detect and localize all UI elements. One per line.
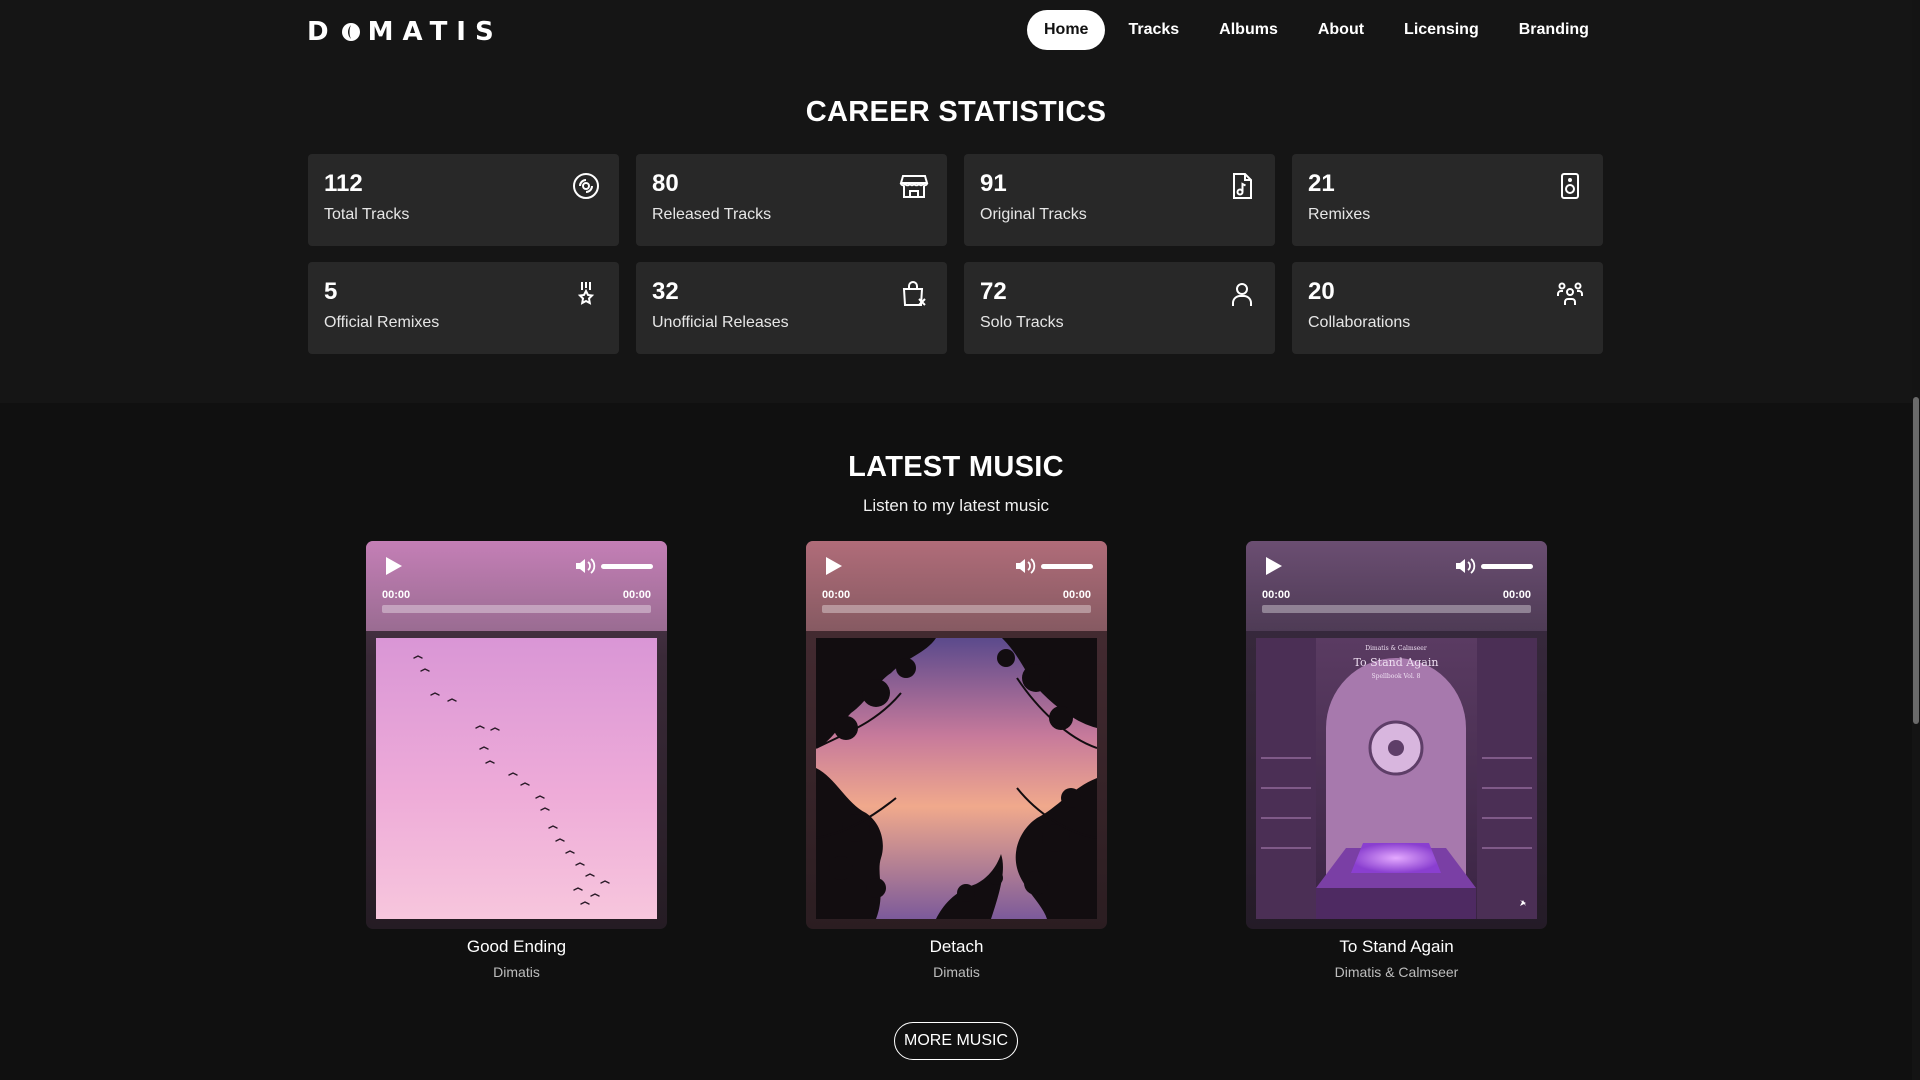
duration: 00:00: [1062, 589, 1091, 601]
current-time: 00:00: [382, 589, 411, 601]
volume-slider[interactable]: [1041, 564, 1093, 569]
stat-value: 5: [324, 278, 338, 305]
audio-player: 00:00 00:00: [366, 541, 667, 929]
album-cover-good-ending: [376, 638, 657, 919]
volume-slider[interactable]: [1481, 564, 1533, 569]
stat-card-released-tracks: 80 Released Tracks: [636, 154, 947, 246]
scrollbar[interactable]: [1912, 0, 1920, 1080]
disc-icon: [571, 171, 601, 201]
more-music-button[interactable]: MORE MUSIC: [894, 1022, 1018, 1060]
career-statistics-section: CAREER STATISTICS 112 Total Tracks 80 Re…: [0, 61, 1912, 403]
logo-mark-icon: [341, 23, 360, 41]
track-title[interactable]: Good Ending: [366, 937, 667, 957]
current-time: 00:00: [822, 589, 851, 601]
stat-value: 91: [980, 170, 1007, 197]
player-controls: 00:00 00:00: [366, 541, 667, 631]
stat-label: Total Tracks: [324, 206, 410, 223]
player-controls: 00:00 00:00: [806, 541, 1107, 631]
logo[interactable]: D MATIS: [307, 17, 503, 47]
users-icon: [1555, 279, 1585, 309]
stat-grid: 112 Total Tracks 80 Released Tracks 91 O…: [308, 154, 1604, 354]
bag-x-icon: [899, 279, 929, 309]
track-title[interactable]: To Stand Again: [1246, 937, 1547, 957]
stat-label: Solo Tracks: [980, 314, 1064, 331]
play-icon[interactable]: [382, 555, 404, 577]
audio-player: 00:00 00:00: [1246, 541, 1547, 929]
stat-label: Original Tracks: [980, 206, 1087, 223]
store-icon: [899, 171, 929, 201]
stat-value: 112: [324, 170, 363, 197]
stat-card-original-tracks: 91 Original Tracks: [964, 154, 1275, 246]
track-artist: Dimatis & Calmseer: [1334, 964, 1459, 980]
album-cover-detach: [816, 638, 1097, 919]
nav-albums[interactable]: Albums: [1202, 10, 1295, 50]
current-time: 00:00: [1262, 589, 1291, 601]
music-subtitle: Listen to my latest music: [862, 496, 1050, 515]
duration: 00:00: [1502, 589, 1531, 601]
stat-value: 21: [1308, 170, 1335, 197]
stat-card-collaborations: 20 Collaborations: [1292, 262, 1603, 354]
stat-value: 80: [652, 170, 679, 197]
stat-card-remixes: 21 Remixes: [1292, 154, 1603, 246]
track-artist: Dimatis: [493, 964, 540, 980]
duration: 00:00: [622, 589, 651, 601]
stat-card-total-tracks: 112 Total Tracks: [308, 154, 619, 246]
stat-label: Remixes: [1308, 206, 1371, 223]
stat-label: Collaborations: [1308, 314, 1411, 331]
stat-label: Official Remixes: [324, 314, 440, 331]
nav-tracks[interactable]: Tracks: [1111, 10, 1196, 50]
play-icon[interactable]: [822, 555, 844, 577]
stat-card-solo-tracks: 72 Solo Tracks: [964, 262, 1275, 354]
nav-licensing[interactable]: Licensing: [1387, 10, 1496, 50]
track-title[interactable]: Detach: [806, 937, 1107, 957]
player-controls: 00:00 00:00: [1246, 541, 1547, 631]
award-icon: [571, 279, 601, 309]
progress-bar[interactable]: [822, 605, 1091, 613]
speaker-icon: [1555, 171, 1585, 201]
volume-icon[interactable]: [574, 556, 596, 576]
progress-bar[interactable]: [382, 605, 651, 613]
stats-title: CAREER STATISTICS: [805, 96, 1107, 128]
cover-subtitle: Spellbook Vol. 8: [1372, 673, 1421, 680]
progress-bar[interactable]: [1262, 605, 1531, 613]
album-cover-to-stand-again: To Stand Again Dimatis & Calmseer Spellb…: [1256, 638, 1537, 919]
volume-icon[interactable]: [1014, 556, 1036, 576]
stat-value: 20: [1308, 278, 1335, 305]
site-header: D MATIS Home Tracks Albums About Licensi…: [0, 0, 1912, 61]
stat-card-unofficial-releases: 32 Unofficial Releases: [636, 262, 947, 354]
volume-slider[interactable]: [601, 564, 653, 569]
stat-label: Released Tracks: [652, 206, 772, 223]
stat-value: 72: [980, 278, 1007, 305]
stat-card-official-remixes: 5 Official Remixes: [308, 262, 619, 354]
main-nav: Home Tracks Albums About Licensing Brand…: [1027, 10, 1612, 50]
stat-value: 32: [652, 278, 679, 305]
stat-label: Unofficial Releases: [652, 314, 789, 331]
music-file-icon: [1227, 171, 1257, 201]
play-icon[interactable]: [1262, 555, 1284, 577]
user-icon: [1227, 279, 1257, 309]
volume-icon[interactable]: [1454, 556, 1476, 576]
nav-home[interactable]: Home: [1027, 10, 1106, 50]
track-artist: Dimatis: [933, 964, 980, 980]
cover-artists: Dimatis & Calmseer: [1365, 645, 1427, 652]
music-title: LATEST MUSIC: [848, 451, 1064, 483]
nav-about[interactable]: About: [1301, 10, 1381, 50]
nav-branding[interactable]: Branding: [1502, 10, 1606, 50]
scrollbar-thumb[interactable]: [1913, 397, 1919, 724]
cover-title: To Stand Again: [1354, 656, 1439, 669]
audio-player: 00:00 00:00: [806, 541, 1107, 929]
latest-music-section: LATEST MUSIC Listen to my latest music 0…: [0, 403, 1912, 1080]
